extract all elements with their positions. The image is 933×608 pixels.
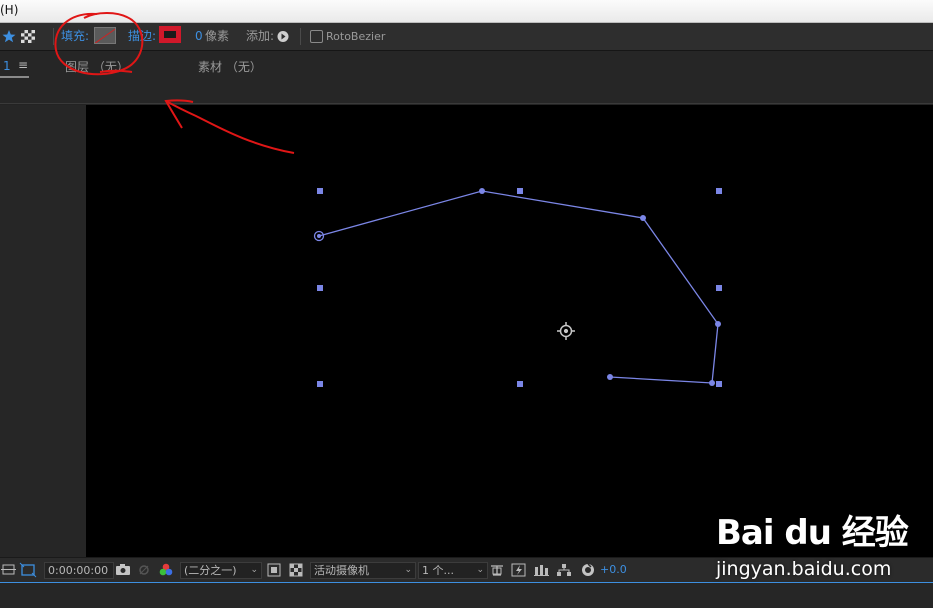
path-vertex[interactable]: [709, 380, 715, 386]
timeline-icon[interactable]: [534, 558, 550, 582]
exposure-value[interactable]: +0.0: [600, 558, 627, 582]
camera-view-dropdown[interactable]: 活动摄像机 ⌄: [310, 562, 416, 579]
timeline-panel-edge: [0, 582, 933, 608]
pixel-aspect-icon[interactable]: [489, 558, 505, 582]
bounding-box-handle[interactable]: [716, 188, 722, 194]
bounding-box-handle[interactable]: [517, 188, 523, 194]
camera-snapshot-icon[interactable]: [115, 558, 131, 582]
chevron-down-icon: ⌄: [404, 565, 412, 575]
menu-bar: (H): [0, 0, 933, 23]
bounding-box-handle[interactable]: [716, 381, 722, 387]
show-snapshot-icon[interactable]: [137, 558, 151, 582]
path-vertex[interactable]: [479, 188, 485, 194]
anchor-point-icon[interactable]: [557, 322, 575, 340]
mask-path-canvas[interactable]: [86, 105, 933, 557]
stroke-color-swatch[interactable]: [159, 26, 181, 43]
add-menu-arrow-icon[interactable]: [277, 23, 289, 50]
checkerboard-icon[interactable]: [20, 23, 36, 50]
path-vertex[interactable]: [607, 374, 613, 380]
stroke-label[interactable]: 描边:: [128, 23, 156, 50]
resolution-dropdown[interactable]: (二分之一) ⌄: [180, 562, 262, 579]
toolbar-divider: [300, 28, 301, 45]
stroke-width-value[interactable]: 0: [195, 23, 203, 50]
stroke-unit-label: 像素: [205, 29, 230, 43]
rotobezier-checkbox[interactable]: [310, 30, 323, 43]
fast-preview-bolt-icon[interactable]: [511, 558, 527, 582]
grid-guides-icon[interactable]: [19, 558, 37, 582]
tab-footage[interactable]: 素材 （无）: [198, 58, 262, 75]
baidu-jingyan-watermark: Bai du 经验 jingyan.baidu.com: [716, 505, 916, 585]
tab-layer[interactable]: 图层 （无）: [65, 58, 129, 75]
view-layout-value: 1 个...: [422, 564, 454, 577]
color-channels-icon[interactable]: [158, 558, 174, 582]
view-layout-dropdown[interactable]: 1 个... ⌄: [418, 562, 488, 579]
chevron-down-icon: ⌄: [250, 565, 258, 575]
fill-color-swatch[interactable]: [94, 27, 116, 44]
reset-exposure-icon[interactable]: [580, 558, 596, 582]
toolbar-divider: [53, 28, 54, 45]
transparency-grid-icon[interactable]: [289, 558, 303, 582]
resolution-value: (二分之一): [184, 564, 237, 577]
composition-viewer[interactable]: [86, 105, 933, 557]
flowchart-icon[interactable]: [556, 558, 572, 582]
menu-help-fragment[interactable]: (H): [0, 3, 18, 17]
bounding-box-handle[interactable]: [317, 188, 323, 194]
chevron-down-icon: ⌄: [476, 565, 484, 575]
stroke-swatch-inner: [164, 31, 176, 38]
rotobezier-label: RotoBezier: [326, 30, 386, 43]
bounding-box-handle[interactable]: [517, 381, 523, 387]
watermark-logo: Bai du 经验: [716, 513, 909, 553]
timecode-display[interactable]: 0:00:00:00: [44, 562, 114, 579]
composition-tab-number[interactable]: 1: [3, 59, 11, 73]
bounding-box-handle[interactable]: [716, 285, 722, 291]
path-vertex[interactable]: [715, 321, 721, 327]
fill-label[interactable]: 填充:: [61, 23, 89, 50]
watermark-url: jingyan.baidu.com: [716, 558, 892, 580]
no-fill-slash-icon: [95, 28, 115, 43]
bounding-box-handle[interactable]: [317, 381, 323, 387]
path-first-vertex-center: [317, 234, 321, 238]
panel-menu-icon[interactable]: ≡: [18, 58, 28, 72]
bounding-box-handle[interactable]: [317, 285, 323, 291]
active-tab-indicator: [0, 76, 29, 78]
path-vertex[interactable]: [640, 215, 646, 221]
panel-tab-bar: 1 ≡ 图层 （无） 素材 （无）: [0, 51, 933, 104]
camera-view-value: 活动摄像机: [314, 564, 369, 577]
add-label: 添加:: [246, 29, 275, 43]
region-of-interest-icon[interactable]: [1, 558, 17, 582]
left-panel: [0, 105, 86, 557]
fast-previews-icon[interactable]: [267, 558, 281, 582]
tool-options-bar: 填充: 描边: 0 像素 添加: RotoBezier: [0, 23, 933, 51]
star-icon[interactable]: [2, 23, 16, 50]
mask-path[interactable]: [318, 190, 719, 384]
